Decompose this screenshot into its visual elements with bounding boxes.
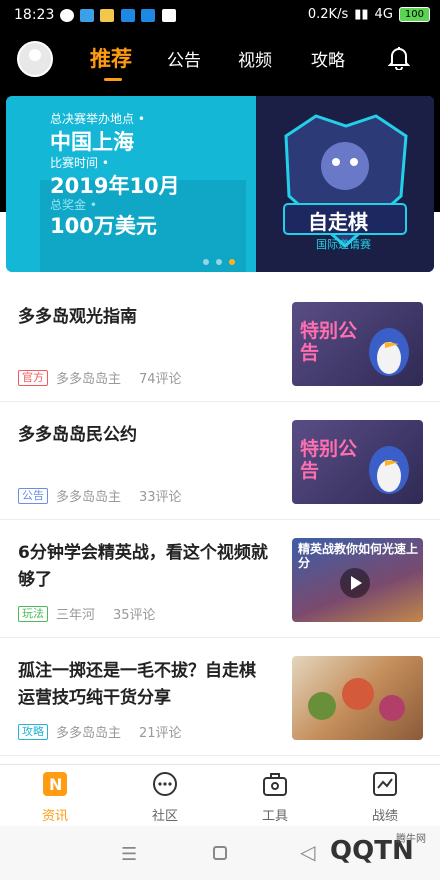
- penguin-mascot-icon: [369, 446, 409, 494]
- carousel-dot[interactable]: [203, 259, 209, 265]
- article-thumbnail: 特别公告: [292, 302, 423, 386]
- parking-icon: [162, 9, 176, 22]
- event-banner[interactable]: 自走棋 国际邀请赛 总决赛举办地点 • 中国上海 比赛时间 • 2019年10月…: [6, 96, 434, 272]
- article-comments: 35评论: [113, 608, 156, 623]
- battery-icon: 100: [398, 7, 430, 22]
- carousel-dots: [203, 259, 235, 265]
- article-tag: 玩法: [18, 605, 48, 622]
- tab-announcements[interactable]: 公告: [167, 46, 201, 71]
- watermark-small: 腾牛网: [396, 834, 426, 845]
- banner-venue: 中国上海: [50, 130, 134, 154]
- home-icon[interactable]: [213, 846, 227, 860]
- news-icon: N: [43, 772, 67, 796]
- article-thumbnail: 精英战教你如何光速上分: [292, 538, 423, 622]
- article-thumbnail: 特别公告: [292, 420, 423, 504]
- stats-chart-icon: [373, 772, 397, 796]
- banner-section: 自走棋 国际邀请赛 总决赛举办地点 • 中国上海 比赛时间 • 2019年10月…: [0, 92, 440, 288]
- bottom-nav: N 资讯 社区 工具 战绩: [0, 764, 440, 826]
- status-time: 18:23: [14, 7, 55, 23]
- tab-videos[interactable]: 视频: [238, 46, 272, 71]
- carousel-dot-active[interactable]: [229, 259, 235, 265]
- article-thumbnail: [292, 656, 423, 740]
- signal-icon: ▮▮: [354, 7, 369, 22]
- banner-date-label: 比赛时间 •: [50, 156, 109, 170]
- svg-text:N: N: [49, 775, 62, 794]
- carousel-dot[interactable]: [216, 259, 222, 265]
- article-author: 多多岛岛主: [56, 726, 122, 741]
- app-notification-icon: [100, 9, 114, 22]
- menu-icon[interactable]: ☰: [121, 844, 137, 865]
- article-tag: 攻略: [18, 723, 48, 740]
- network-speed: 0.2K/s: [307, 7, 349, 22]
- logo-subtitle: 国际邀请赛: [316, 238, 371, 251]
- article-item[interactable]: 孤注一掷还是一毛不拔？自走棋运营技巧纯干货分享 攻略 多多岛岛主 21评论: [0, 638, 440, 756]
- avatar[interactable]: [17, 41, 53, 77]
- tab-recommend[interactable]: 推荐: [90, 43, 132, 73]
- back-icon[interactable]: ◁: [300, 840, 315, 864]
- banner-venue-label: 总决赛举办地点 •: [50, 112, 145, 126]
- article-title: 孤注一掷还是一毛不拔？自走棋运营技巧纯干货分享: [18, 661, 256, 708]
- article-tag: 公告: [18, 487, 48, 504]
- article-title: 6分钟学会精英战，看这个视频就够了: [18, 543, 268, 590]
- logo-title: 自走棋: [308, 210, 368, 234]
- toolbox-icon: [263, 773, 287, 796]
- network-type: 4G: [374, 7, 393, 22]
- article-author: 多多岛岛主: [56, 490, 122, 505]
- wechat-icon: [60, 9, 74, 22]
- top-nav: 推荐 公告 视频 攻略: [0, 32, 440, 92]
- app-notification-icon: [80, 9, 94, 22]
- article-author: 多多岛岛主: [56, 372, 122, 387]
- zhihu-icon: [141, 9, 155, 22]
- article-comments: 33评论: [139, 490, 182, 505]
- article-item[interactable]: 6分钟学会精英战，看这个视频就够了 玩法 三年河 35评论 精英战教你如何光速上…: [0, 520, 440, 638]
- status-bar: 18:23 0.2K/s ▮▮ 4G 100: [0, 0, 440, 32]
- bell-icon[interactable]: [388, 46, 410, 70]
- article-item[interactable]: 多多岛岛民公约 公告 多多岛岛主 33评论 特别公告: [0, 402, 440, 520]
- bottom-nav-news[interactable]: N 资讯: [15, 771, 95, 824]
- article-title: 多多岛观光指南: [18, 307, 137, 327]
- bottom-nav-community[interactable]: 社区: [125, 771, 205, 824]
- article-comments: 74评论: [139, 372, 182, 387]
- active-tab-indicator: [104, 78, 122, 81]
- article-title: 多多岛岛民公约: [18, 425, 137, 445]
- play-icon[interactable]: [340, 568, 370, 598]
- banner-prize: 100万美元: [50, 214, 157, 238]
- penguin-mascot-icon: [369, 328, 409, 376]
- article-item[interactable]: 多多岛观光指南 官方 多多岛岛主 74评论 特别公告: [0, 284, 440, 402]
- banner-logo-area: 自走棋 国际邀请赛: [256, 96, 434, 272]
- tab-guides[interactable]: 攻略: [311, 46, 345, 71]
- article-author: 三年河: [56, 608, 96, 623]
- article-comments: 21评论: [139, 726, 182, 741]
- zhihu-icon: [121, 9, 135, 22]
- bottom-nav-tools[interactable]: 工具: [235, 771, 315, 824]
- bottom-nav-stats[interactable]: 战绩: [345, 771, 425, 824]
- chat-bubble-icon: [153, 772, 177, 796]
- game-scene-image: [308, 678, 405, 721]
- article-tag: 官方: [18, 369, 48, 386]
